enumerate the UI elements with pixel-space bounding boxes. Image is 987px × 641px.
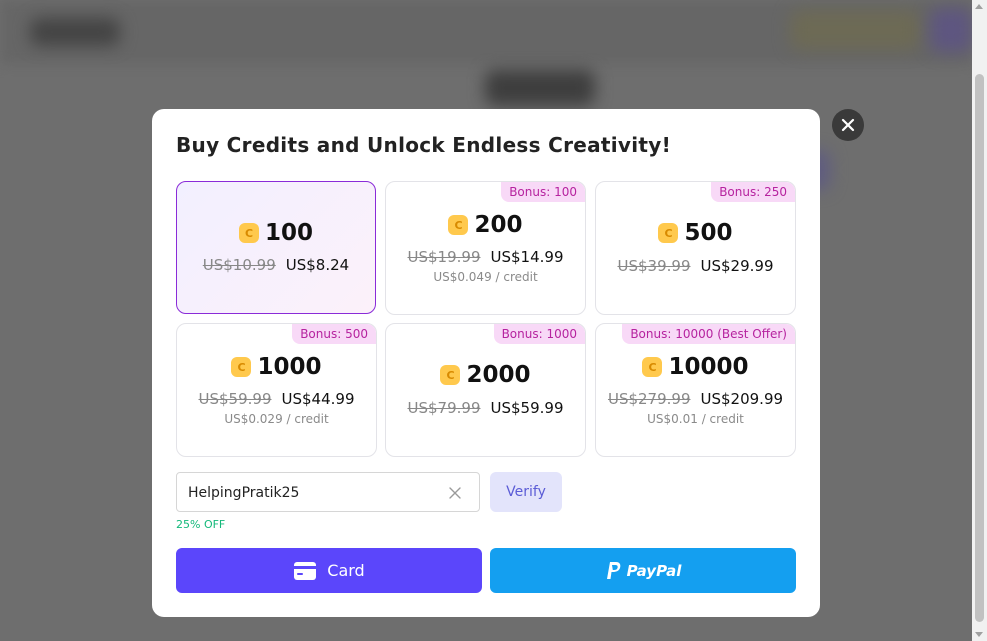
discounted-price: US$44.99 (281, 390, 355, 408)
discount-label: 25% OFF (176, 518, 226, 531)
package-amount: 100 (264, 220, 313, 246)
package-amount-row: C 2000 (386, 362, 585, 388)
coin-icon: C (448, 215, 469, 235)
close-button[interactable] (832, 109, 864, 141)
credit-package-200[interactable]: Bonus: 100 C 200 US$19.99 US$14.99 US$0.… (385, 181, 586, 315)
package-price-row: US$39.99 US$29.99 (596, 257, 795, 275)
credit-package-1000[interactable]: Bonus: 500 C 1000 US$59.99 US$44.99 US$0… (176, 323, 377, 457)
bonus-badge: Bonus: 100 (501, 182, 585, 202)
backdrop-header-button (790, 10, 920, 50)
credit-package-100[interactable]: C 100 US$10.99 US$8.24 (176, 181, 376, 314)
package-amount: 2000 (466, 362, 531, 388)
close-icon (841, 118, 855, 132)
scroll-thumb[interactable] (975, 74, 984, 622)
coin-icon: C (642, 357, 663, 377)
original-price: US$59.99 (198, 390, 272, 408)
clear-icon[interactable] (448, 486, 462, 500)
coin-icon: C (231, 357, 252, 377)
backdrop-avatar (930, 8, 972, 52)
original-price: US$10.99 (202, 256, 276, 274)
backdrop-logo (30, 18, 120, 46)
package-price-row: US$79.99 US$59.99 (386, 399, 585, 417)
original-price: US$39.99 (617, 257, 691, 275)
credit-package-500[interactable]: Bonus: 250 C 500 US$39.99 US$29.99 (595, 181, 796, 315)
price-per-credit: US$0.049 / credit (433, 270, 538, 284)
paypal-label: PayPal (626, 561, 682, 580)
discounted-price: US$29.99 (700, 257, 774, 275)
discounted-price: US$8.24 (285, 256, 350, 274)
coupon-input[interactable] (188, 483, 438, 503)
backdrop-heading (485, 70, 595, 106)
coin-icon: C (658, 223, 679, 243)
original-price: US$19.99 (407, 248, 481, 266)
coin-icon: C (238, 223, 259, 243)
scroll-down-icon[interactable] (975, 632, 983, 637)
package-amount-row: C 200 (386, 212, 585, 238)
package-price-row: US$19.99 US$14.99 (386, 248, 585, 266)
discounted-price: US$209.99 (700, 390, 784, 408)
verify-button[interactable]: Verify (490, 472, 562, 512)
scroll-up-icon[interactable] (975, 4, 983, 9)
package-amount: 10000 (668, 354, 749, 380)
package-price-row: US$10.99 US$8.24 (177, 256, 375, 274)
credit-package-10000[interactable]: Bonus: 10000 (Best Offer) C 10000 US$279… (595, 323, 796, 457)
original-price: US$279.99 (607, 390, 691, 408)
buy-credits-modal: Buy Credits and Unlock Endless Creativit… (152, 109, 820, 617)
credit-package-2000[interactable]: Bonus: 1000 C 2000 US$79.99 US$59.99 (385, 323, 586, 457)
coin-icon: C (440, 365, 461, 385)
package-amount-row: C 100 (177, 220, 375, 246)
price-per-credit: US$0.029 / credit (224, 412, 329, 426)
pay-with-paypal-button[interactable]: PayPal (490, 548, 796, 593)
package-amount-row: C 10000 (596, 354, 795, 380)
price-per-credit: US$0.01 / credit (647, 412, 744, 426)
discounted-price: US$14.99 (490, 248, 564, 266)
modal-title: Buy Credits and Unlock Endless Creativit… (176, 133, 672, 157)
page-scrollbar[interactable] (972, 0, 987, 641)
package-price-row: US$279.99 US$209.99 (596, 390, 795, 408)
bonus-badge: Bonus: 10000 (Best Offer) (622, 324, 795, 344)
package-amount-row: C 1000 (177, 354, 376, 380)
credit-card-icon (294, 561, 317, 580)
coupon-field[interactable] (176, 472, 480, 512)
package-price-row: US$59.99 US$44.99 (177, 390, 376, 408)
pay-with-card-button[interactable]: Card (176, 548, 482, 593)
package-amount: 200 (474, 212, 523, 238)
original-price: US$79.99 (407, 399, 481, 417)
card-label: Card (327, 561, 365, 580)
discounted-price: US$59.99 (490, 399, 564, 417)
package-amount: 500 (684, 220, 733, 246)
bonus-badge: Bonus: 1000 (493, 324, 585, 344)
bonus-badge: Bonus: 250 (711, 182, 795, 202)
package-amount-row: C 500 (596, 220, 795, 246)
paypal-icon (606, 561, 620, 579)
package-amount: 1000 (257, 354, 322, 380)
bonus-badge: Bonus: 500 (292, 324, 376, 344)
